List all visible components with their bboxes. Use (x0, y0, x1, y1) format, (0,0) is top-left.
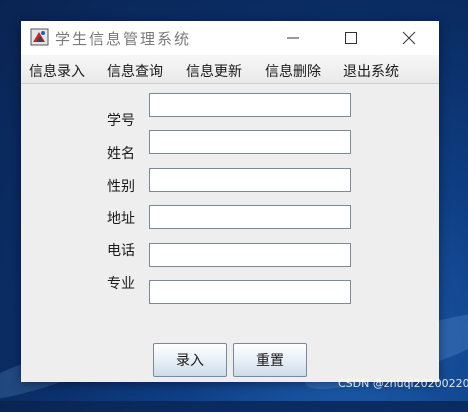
phone-field[interactable] (149, 243, 351, 267)
menu-bar: 信息录入 信息查询 信息更新 信息删除 退出系统 (21, 55, 439, 84)
watermark: CSDN @zhuqi20200220 (338, 377, 468, 390)
label-major: 专业 (107, 276, 135, 292)
menu-item-exit[interactable]: 退出系统 (343, 61, 399, 81)
menu-item-delete[interactable]: 信息删除 (265, 61, 321, 81)
label-name: 姓名 (107, 146, 135, 162)
menu-item-query[interactable]: 信息查询 (107, 61, 163, 81)
label-gender: 性别 (107, 179, 135, 195)
submit-button[interactable]: 录入 (153, 343, 227, 377)
maximize-icon (345, 32, 357, 44)
name-field[interactable] (149, 130, 351, 154)
label-student-id: 学号 (107, 113, 135, 129)
student-id-field[interactable] (149, 93, 351, 117)
label-phone: 电话 (107, 243, 135, 259)
major-field[interactable] (149, 280, 351, 304)
close-icon (402, 31, 416, 45)
window-title: 学生信息管理系统 (55, 30, 192, 48)
menu-item-update[interactable]: 信息更新 (186, 61, 242, 81)
address-field[interactable] (149, 205, 351, 229)
reset-button[interactable]: 重置 (233, 343, 307, 377)
minimize-button[interactable] (270, 21, 316, 55)
app-icon (30, 28, 49, 46)
menu-item-entry[interactable]: 信息录入 (29, 61, 85, 81)
label-address: 地址 (107, 211, 135, 227)
minimize-icon (287, 37, 299, 39)
app-window: 学生信息管理系统 信息录入 信息查询 信息更新 信息删除 退出系统 学号 姓名 … (21, 21, 439, 382)
title-bar[interactable]: 学生信息管理系统 (21, 21, 439, 55)
close-button[interactable] (386, 21, 432, 55)
gender-field[interactable] (149, 168, 351, 192)
maximize-button[interactable] (328, 21, 374, 55)
